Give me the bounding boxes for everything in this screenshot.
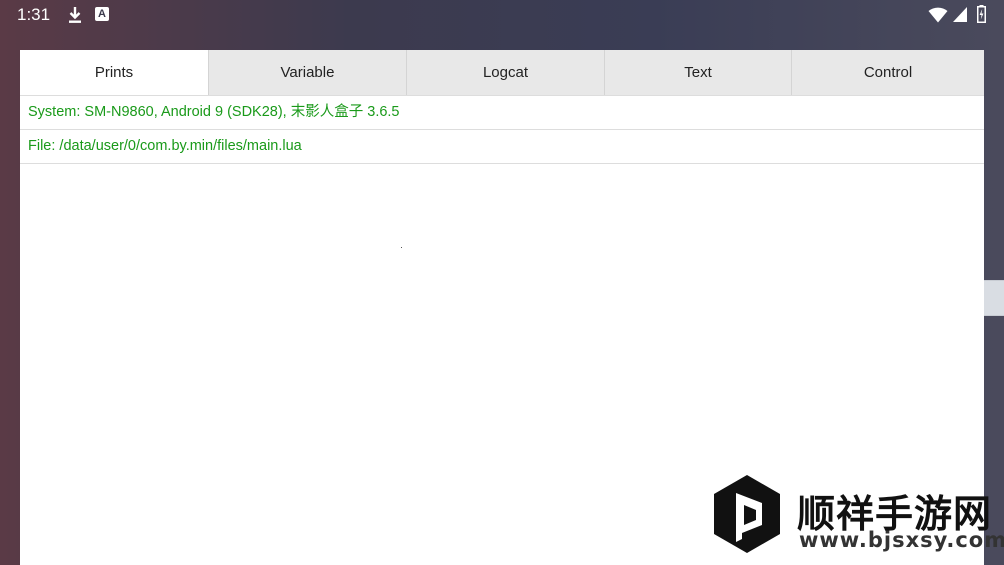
stray-dot bbox=[401, 247, 402, 248]
tab-control[interactable]: Control bbox=[791, 50, 984, 95]
battery-icon bbox=[977, 5, 986, 23]
watermark-logo-icon bbox=[714, 475, 780, 553]
signal-icon bbox=[953, 7, 967, 22]
background-app-edge bbox=[984, 280, 1004, 316]
status-time: 1:31 bbox=[17, 5, 51, 24]
tab-bar: Prints Variable Logcat Text Control bbox=[20, 50, 984, 96]
tab-variable[interactable]: Variable bbox=[208, 50, 406, 95]
watermark: 顺祥手游网 www.bjsxsy.com bbox=[708, 470, 1004, 560]
print-line-system: System: SM-N9860, Android 9 (SDK28), 末影人… bbox=[20, 96, 984, 130]
tab-text[interactable]: Text bbox=[604, 50, 791, 95]
tab-prints[interactable]: Prints bbox=[20, 50, 208, 95]
wifi-icon bbox=[928, 7, 948, 23]
tab-logcat[interactable]: Logcat bbox=[406, 50, 604, 95]
watermark-url: www.bjsxsy.com bbox=[799, 528, 1004, 552]
print-line-file: File: /data/user/0/com.by.min/files/main… bbox=[20, 130, 984, 164]
download-icon bbox=[69, 7, 81, 23]
status-bar: 1:31 A bbox=[0, 0, 1004, 30]
a-notification-icon: A bbox=[95, 7, 109, 21]
